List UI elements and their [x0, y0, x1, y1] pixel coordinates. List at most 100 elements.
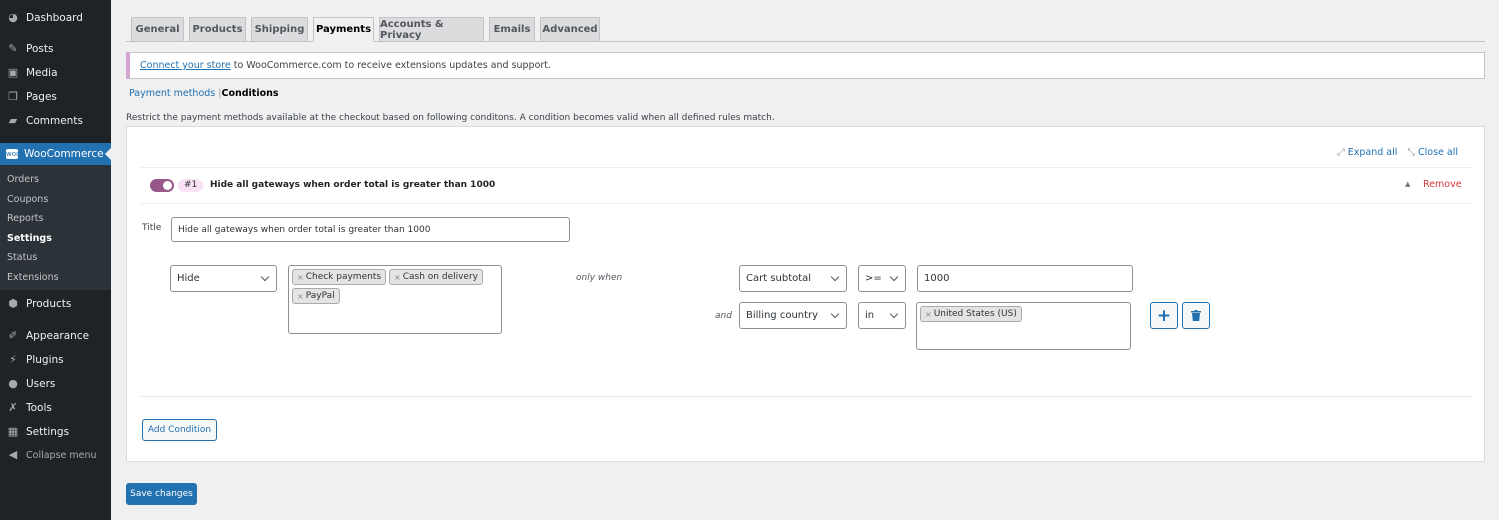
rule-field-select[interactable]: Cart subtotal	[739, 265, 847, 292]
action-select[interactable]: Hide	[170, 265, 277, 292]
menu-label: Tools	[26, 402, 52, 414]
menu-appearance[interactable]: ✐ Appearance	[0, 325, 111, 347]
rule-operator-select[interactable]: >=	[858, 265, 906, 292]
save-changes-button[interactable]: Save changes	[126, 483, 197, 505]
menu-settings[interactable]: ▦ Settings	[0, 421, 111, 443]
plus-icon: +	[1156, 305, 1172, 326]
chevron-down-icon	[830, 272, 840, 282]
condition-number-badge: #1	[178, 179, 204, 192]
rule-field-select[interactable]: Billing country	[739, 302, 847, 329]
submenu-orders[interactable]: Orders	[7, 174, 39, 185]
country-chip: × United States (US)	[920, 306, 1022, 322]
comment-icon: ▰	[8, 114, 18, 127]
conditions-panel: ⤢ Expand all ⤡ Close all #1 Hide all gat…	[126, 126, 1485, 462]
tab-general[interactable]: General	[131, 17, 184, 42]
notice-text: to WooCommerce.com to receive extensions…	[230, 60, 552, 71]
menu-products[interactable]: ⬢ Products	[0, 293, 111, 315]
gateways-multiselect[interactable]: × Check payments × Cash on delivery × PayPa…	[288, 265, 502, 334]
settings-icon: ▦	[7, 425, 19, 438]
divider	[141, 396, 1472, 397]
collapse-icon: ◀	[8, 448, 18, 461]
expand-all-link[interactable]: ⤢ Expand all	[1337, 147, 1397, 158]
user-icon: ●	[8, 377, 18, 390]
collapse-caret-icon[interactable]: ▲	[1405, 180, 1410, 188]
menu-users[interactable]: ● Users	[0, 373, 111, 395]
remove-chip-icon[interactable]: ×	[297, 292, 304, 301]
menu-posts[interactable]: ✎ Posts	[0, 38, 111, 60]
title-input[interactable]: Hide all gateways when order total is gr…	[171, 217, 570, 242]
add-rule-button[interactable]: +	[1150, 302, 1178, 329]
gateway-chip: × PayPal	[292, 288, 340, 304]
action-value: Hide	[177, 273, 200, 284]
only-when-label: only when	[576, 273, 623, 283]
tab-emails[interactable]: Emails	[489, 17, 535, 42]
tab-accounts-privacy[interactable]: Accounts & Privacy	[379, 17, 484, 42]
menu-label: Comments	[26, 115, 83, 127]
remove-chip-icon[interactable]: ×	[925, 310, 932, 319]
tab-payments[interactable]: Payments	[313, 17, 374, 42]
divider	[141, 203, 1472, 204]
chip-label: Check payments	[305, 272, 382, 282]
menu-label: Media	[26, 67, 58, 79]
delete-rule-button[interactable]	[1182, 302, 1210, 329]
tab-shipping[interactable]: Shipping	[251, 17, 308, 42]
submenu-settings[interactable]: Settings	[7, 233, 52, 244]
chevron-down-icon	[260, 272, 270, 282]
gateway-chip: × Check payments	[292, 269, 387, 285]
menu-label: Dashboard	[26, 12, 83, 24]
menu-label: Posts	[26, 43, 54, 55]
pin-icon: ✎	[8, 42, 18, 55]
chip-label: PayPal	[305, 291, 335, 301]
menu-woocommerce[interactable]: woo WooCommerce	[0, 143, 111, 165]
box-icon: ⬢	[8, 297, 18, 310]
expand-all-label: Expand all	[1347, 147, 1398, 158]
brush-icon: ✐	[8, 329, 18, 342]
close-all-label: Close all	[1418, 147, 1458, 158]
menu-pages[interactable]: ❐ Pages	[0, 86, 111, 108]
gateway-chip: × Cash on delivery	[389, 269, 483, 285]
rule-value-input[interactable]: 1000	[917, 265, 1133, 292]
expand-icon: ⤢	[1337, 147, 1348, 158]
connect-store-link[interactable]: Connect your store	[140, 60, 231, 71]
rule-operator-select[interactable]: in	[858, 302, 906, 329]
collapse-menu[interactable]: ◀ Collapse menu	[0, 444, 111, 466]
woocommerce-submenu: Orders Coupons Reports Settings Status E…	[0, 165, 111, 290]
divider	[141, 167, 1472, 168]
add-condition-button[interactable]: Add Condition	[142, 419, 217, 441]
trash-icon	[1191, 310, 1201, 321]
rule-operator-value: >=	[865, 273, 882, 284]
menu-label: Collapse menu	[26, 449, 97, 461]
remove-chip-icon[interactable]: ×	[297, 273, 304, 282]
tab-products[interactable]: Products	[189, 17, 246, 42]
chevron-down-icon	[889, 309, 899, 319]
payment-methods-link[interactable]: Payment methods	[129, 88, 215, 99]
title-label: Title	[142, 223, 162, 233]
chip-label: United States (US)	[933, 309, 1017, 319]
condition-toggle[interactable]	[150, 179, 174, 192]
menu-dashboard[interactable]: ◕ Dashboard	[0, 7, 111, 29]
menu-comments[interactable]: ▰ Comments	[0, 110, 111, 132]
plug-icon: ⚡	[9, 353, 17, 366]
description: Restrict the payment methods available a…	[126, 113, 775, 123]
menu-tools[interactable]: ✗ Tools	[0, 397, 111, 419]
submenu-status[interactable]: Status	[7, 252, 37, 263]
chevron-down-icon	[889, 272, 899, 282]
submenu-extensions[interactable]: Extensions	[7, 272, 59, 283]
tab-advanced[interactable]: Advanced	[540, 17, 600, 42]
pages-icon: ❐	[8, 90, 18, 103]
menu-label: Users	[26, 378, 56, 390]
country-multiselect[interactable]: × United States (US)	[916, 302, 1131, 350]
chevron-down-icon	[830, 309, 840, 319]
wrench-icon: ✗	[8, 401, 18, 414]
sub-navigation: Payment methods |Conditions	[129, 88, 279, 99]
condition-heading[interactable]: Hide all gateways when order total is gr…	[210, 179, 495, 192]
submenu-coupons[interactable]: Coupons	[7, 194, 48, 205]
submenu-reports[interactable]: Reports	[7, 213, 43, 224]
connect-notice: Connect your store to WooCommerce.com to…	[126, 52, 1485, 79]
remove-chip-icon[interactable]: ×	[394, 273, 401, 282]
close-all-link[interactable]: ⤡ Close all	[1407, 147, 1458, 158]
remove-condition-link[interactable]: Remove	[1423, 179, 1462, 190]
menu-label: WooCommerce	[24, 148, 104, 160]
menu-plugins[interactable]: ⚡ Plugins	[0, 349, 111, 371]
menu-media[interactable]: ▣ Media	[0, 62, 111, 84]
